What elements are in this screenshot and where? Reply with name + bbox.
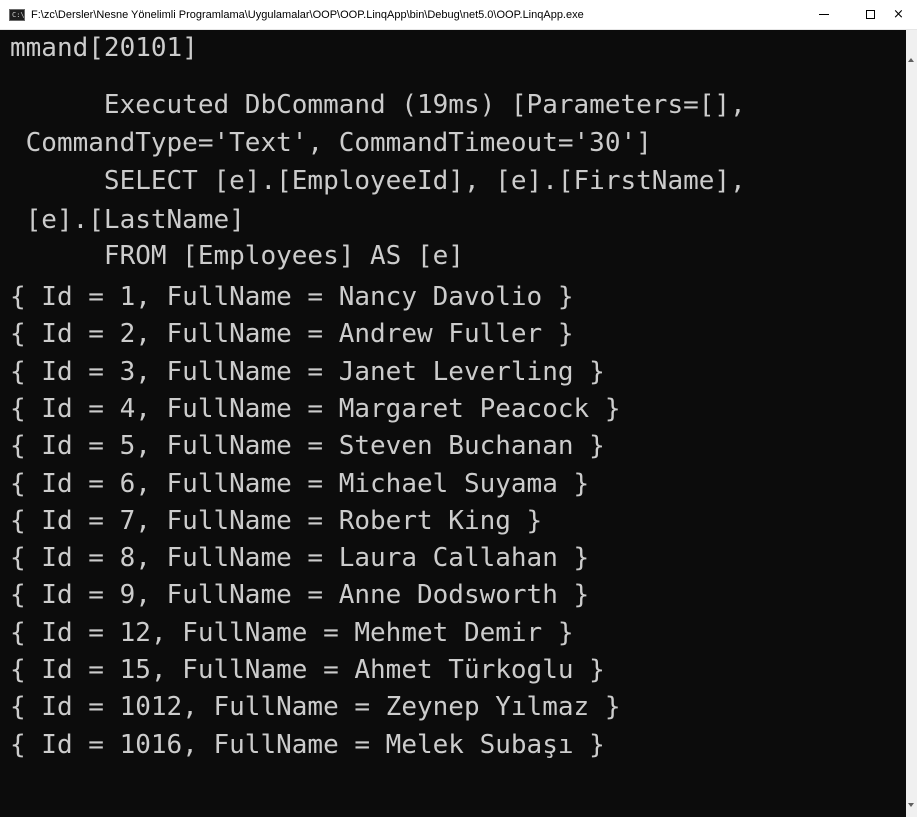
close-icon: × [893,7,904,22]
console-line: SELECT [e].[EmployeeId], [e].[FirstName]… [10,166,746,196]
maximize-button[interactable] [847,0,893,30]
app-icon-label: C:\ [12,10,25,19]
minimize-icon [819,14,829,15]
console-line: { Id = 6, FullName = Michael Suyama } [10,468,590,499]
console-line: { Id = 8, FullName = Laura Callahan } [10,543,590,574]
maximize-icon [865,10,875,19]
window-title: F:\zc\Dersler\Nesne Yönelimli Programlam… [31,8,584,21]
console-line: CommandType='Text', CommandTimeout='30'] [10,128,652,158]
console-output[interactable]: mmand[20101] Executed DbCommand (19ms) [… [0,30,906,817]
console-line: { Id = 5, FullName = Steven Buchanan } [10,431,605,462]
title-bar[interactable]: C:\ F:\zc\Dersler\Nesne Yönelimli Progra… [0,0,917,30]
console-line: { Id = 1, FullName = Nancy Davolio } [10,282,574,312]
console-line: { Id = 15, FullName = Ahmet Türkoglu } [10,655,605,685]
console-line: { Id = 3, FullName = Janet Leverling } [10,356,605,387]
console-window: C:\ F:\zc\Dersler\Nesne Yönelimli Progra… [0,0,917,817]
console-line: Executed DbCommand (19ms) [Parameters=[]… [10,90,746,120]
minimize-button[interactable] [801,0,847,30]
console-line: { Id = 9, FullName = Anne Dodsworth } [10,580,590,611]
console-line: { Id = 7, FullName = Robert King } [10,505,543,536]
scroll-down-arrow-icon[interactable] [908,803,914,807]
console-line: { Id = 2, FullName = Andrew Fuller } [10,319,574,350]
console-line: mmand[20101] [10,33,198,63]
console-line: { Id = 12, FullName = Mehmet Demir } [10,617,574,648]
console-app-icon[interactable]: C:\ [9,8,25,21]
vertical-scrollbar[interactable] [906,30,917,817]
console-line: FROM [Employees] AS [e] [10,241,464,271]
console-line: { Id = 1016, FullName = Melek Subaşı } [10,729,605,760]
scroll-up-arrow-icon[interactable] [908,58,914,62]
console-line: { Id = 1012, FullName = Zeynep Yılmaz } [10,692,621,723]
console-line: [e].[LastName] [10,205,245,235]
close-button[interactable]: × [893,0,917,30]
console-line: { Id = 4, FullName = Margaret Peacock } [10,393,621,424]
